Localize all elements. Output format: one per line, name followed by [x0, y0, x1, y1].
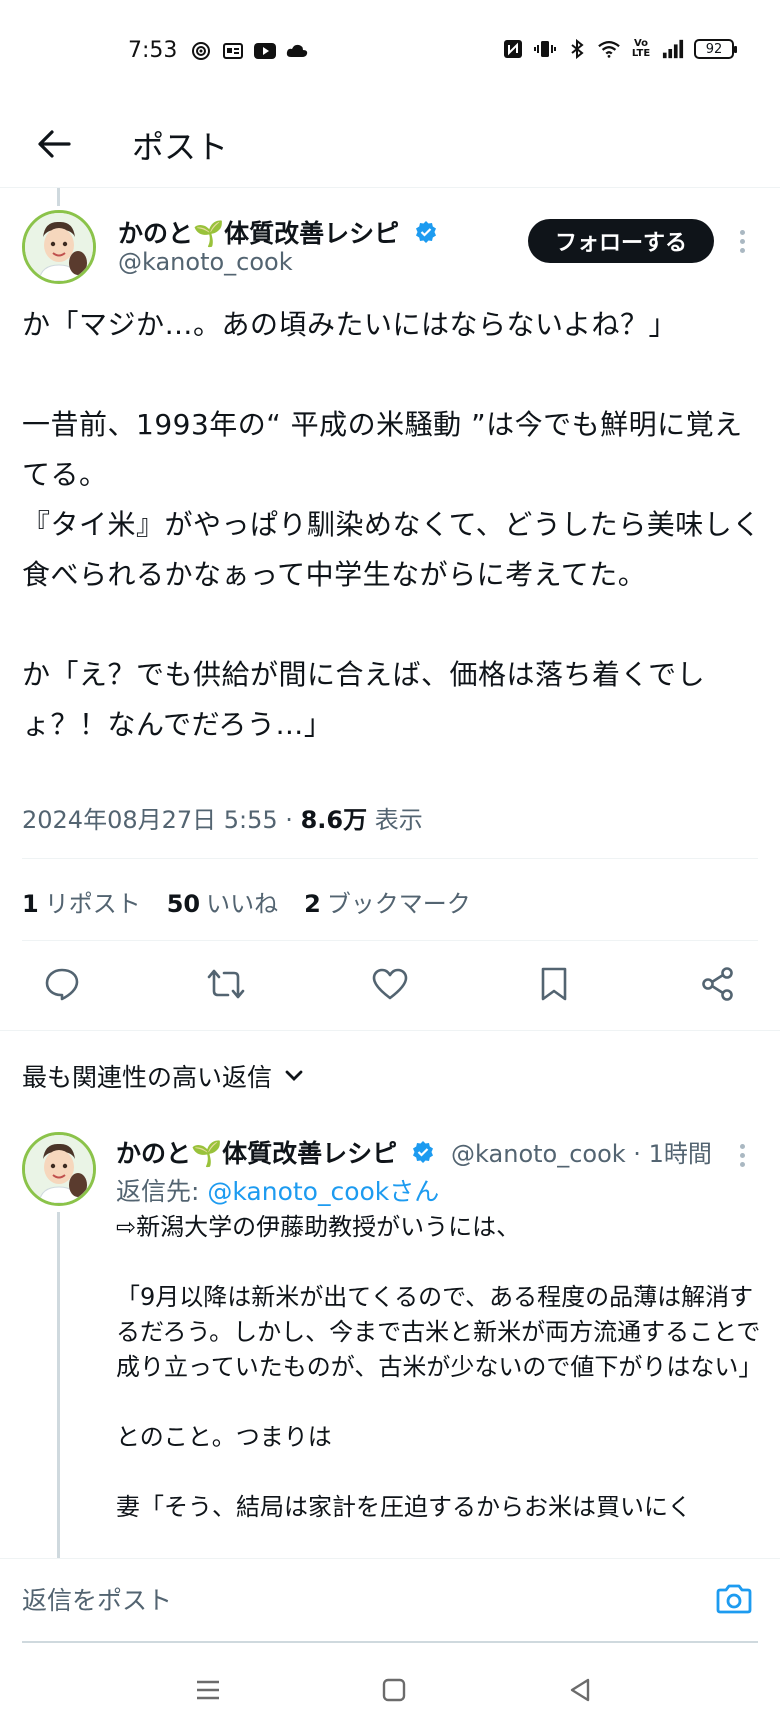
page-title: ポスト: [132, 128, 229, 166]
reply-author-meta[interactable]: @kanoto_cook · 1時間: [451, 1140, 712, 1168]
verified-badge-icon: [414, 220, 438, 250]
author-name[interactable]: かのと🌱体質改善レシピ: [118, 214, 438, 250]
avatar[interactable]: [22, 1132, 96, 1206]
system-nav-bar: [0, 1648, 780, 1733]
avatar[interactable]: [22, 210, 96, 284]
likes-stat[interactable]: 50 いいね: [167, 884, 278, 919]
thread-connector: [57, 1212, 60, 1560]
action-bar: [40, 962, 740, 1006]
thread-connector: [57, 188, 60, 206]
status-bar: 7:53 Vo LTE 92: [0, 0, 780, 104]
back-button[interactable]: [32, 122, 76, 166]
arrow-left-icon: [38, 130, 71, 158]
status-time: 7:53: [128, 38, 178, 63]
reply-input[interactable]: 返信をポスト: [22, 1581, 172, 1617]
target-icon: [190, 40, 212, 62]
chevron-down-icon: [285, 1070, 303, 1081]
bookmarks-stat[interactable]: 2 ブックマーク: [304, 884, 471, 919]
bluetooth-icon: [566, 38, 588, 60]
composer-underline: [22, 1641, 758, 1643]
reply-to-link[interactable]: @kanoto_cookさん: [207, 1177, 439, 1206]
tweet-timestamp[interactable]: 2024年08月27日 5:55 ·: [22, 806, 301, 834]
engagement-stats: 1 リポスト 50 いいね 2 ブックマーク: [22, 884, 471, 919]
views-label: 表示: [367, 806, 423, 834]
tweet-text: か「マジか…。あの頃みたいにはならないよね？」 一昔前、1993年の“ 平成の米…: [22, 308, 761, 741]
bookmark-icon[interactable]: [532, 962, 576, 1006]
volte-icon: Vo LTE: [631, 38, 651, 59]
status-right-icons: Vo LTE 92: [502, 38, 737, 60]
news-icon: [222, 40, 244, 62]
replies-sort-label: 最も関連性の高い返信: [22, 1063, 273, 1092]
divider: [0, 1030, 780, 1031]
vibrate-icon: [534, 38, 556, 60]
reply-composer: 返信をポスト: [0, 1558, 780, 1648]
tweet-meta: 2024年08月27日 5:55 · 8.6万 表示: [22, 800, 423, 835]
wifi-icon: [598, 38, 620, 60]
reply-icon[interactable]: [40, 962, 84, 1006]
replies-sort-toggle[interactable]: 最も関連性の高い返信: [22, 1058, 304, 1094]
reply-header: かのと🌱体質改善レシピ @kanoto_cook · 1時間: [116, 1134, 712, 1170]
battery-indicator: 92: [694, 39, 737, 59]
menu-icon[interactable]: [188, 1672, 228, 1708]
share-icon[interactable]: [696, 962, 740, 1006]
back-nav-icon[interactable]: [560, 1672, 600, 1708]
more-options-icon[interactable]: [730, 1136, 754, 1174]
reposts-stat[interactable]: 1 リポスト: [22, 884, 141, 919]
views-count: 8.6万: [300, 806, 368, 834]
reply-text: ⇨新潟大学の伊藤助教授がいうには、 「9月以降は新米が出てくるので、ある程度の品…: [116, 1213, 763, 1521]
reply-author-name[interactable]: かのと🌱体質改善レシピ: [116, 1139, 397, 1168]
reply-to-line: 返信先: @kanoto_cookさん: [116, 1177, 440, 1206]
cloud-icon: [286, 40, 308, 62]
divider: [22, 858, 758, 859]
signal-icon: [662, 38, 684, 60]
nfc-icon: [502, 38, 524, 60]
verified-badge-icon: [411, 1140, 435, 1170]
divider: [22, 940, 758, 941]
camera-icon[interactable]: [712, 1579, 756, 1619]
like-icon[interactable]: [368, 962, 412, 1006]
repost-icon[interactable]: [204, 962, 248, 1006]
more-options-icon[interactable]: [730, 222, 754, 260]
top-bar: ポスト: [0, 104, 780, 188]
home-icon[interactable]: [374, 1672, 414, 1708]
follow-button[interactable]: フォローする: [528, 219, 714, 263]
youtube-icon: [254, 40, 276, 62]
status-left-icons: [190, 40, 308, 62]
author-handle[interactable]: @kanoto_cook: [118, 248, 293, 276]
